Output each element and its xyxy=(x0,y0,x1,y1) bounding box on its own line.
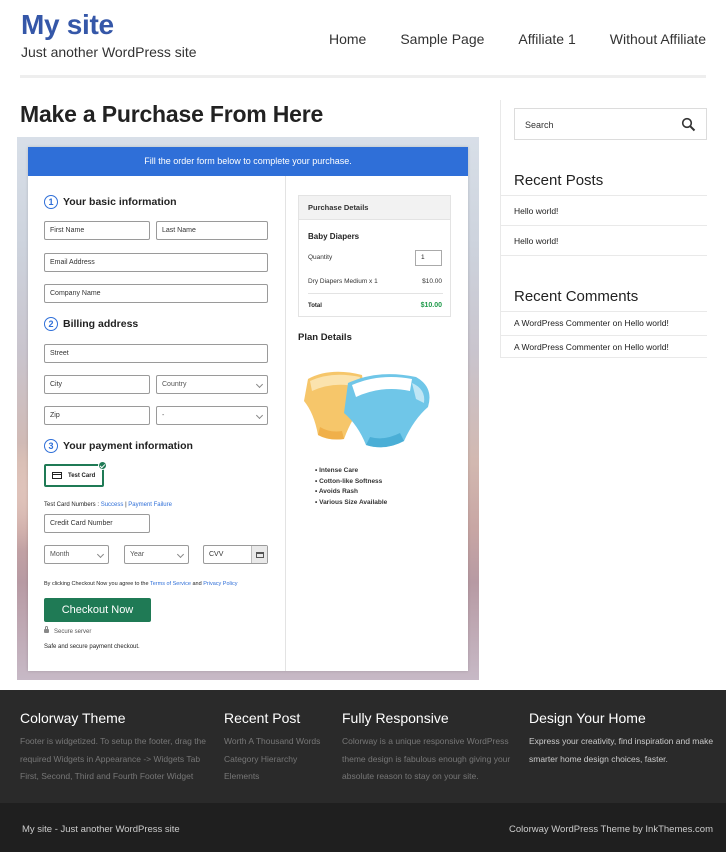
footer-widgets: Colorway Theme Footer is widgetized. To … xyxy=(0,690,726,803)
search-icon[interactable] xyxy=(681,117,696,132)
site-title[interactable]: My site xyxy=(21,9,114,41)
cvv-input[interactable]: CVV xyxy=(203,545,268,564)
purchase-details-panel: Purchase Details Baby Diapers Quantity 1… xyxy=(298,195,451,317)
recent-posts-title: Recent Posts xyxy=(514,172,604,189)
comment-post-link[interactable]: Hello world! xyxy=(624,318,668,328)
nav-item-home[interactable]: Home xyxy=(329,31,366,47)
plan-details-title: Plan Details xyxy=(298,332,352,343)
recent-comment: A WordPress Commenter on Hello world! xyxy=(514,342,669,352)
main-nav: Home Sample Page Affiliate 1 Without Aff… xyxy=(329,31,706,47)
product-name: Baby Diapers xyxy=(308,232,360,241)
search-input[interactable]: Search xyxy=(514,108,707,140)
zip-input[interactable]: Zip xyxy=(44,406,150,425)
email-input[interactable]: Email Address xyxy=(44,253,268,272)
footer-col-title: Recent Post xyxy=(224,710,301,726)
nav-item-without-affiliate[interactable]: Without Affiliate xyxy=(610,31,706,47)
footer-col-text: Express your creativity, find inspiratio… xyxy=(529,736,714,764)
footer-col-title: Colorway Theme xyxy=(20,710,126,726)
footer-col-text[interactable]: Worth A Thousand Words Category Hierarch… xyxy=(224,733,332,786)
state-select[interactable]: - xyxy=(156,406,268,425)
last-name-input[interactable]: Last Name xyxy=(156,221,268,240)
diapers-product-image xyxy=(304,371,430,448)
test-card-numbers: Test Card Numbers : Success | Payment Fa… xyxy=(44,502,172,508)
company-input[interactable]: Company Name xyxy=(44,284,268,303)
step-title: Your payment information xyxy=(63,440,193,452)
card-back-icon xyxy=(251,546,267,563)
nav-item-sample-page[interactable]: Sample Page xyxy=(400,31,484,47)
recent-comments-title: Recent Comments xyxy=(514,288,639,305)
form-column-divider xyxy=(285,176,286,671)
footer-col-recent-post: Recent Post Worth A Thousand Words Categ… xyxy=(224,710,332,786)
footer-col-responsive: Fully Responsive Colorway is a unique re… xyxy=(342,710,518,786)
header-divider xyxy=(20,75,706,78)
success-link[interactable]: Success xyxy=(101,502,124,508)
list-item: Various Size Available xyxy=(315,498,387,509)
purchase-details-header: Purchase Details xyxy=(299,196,450,220)
search-placeholder: Search xyxy=(525,120,554,130)
credit-card-icon xyxy=(52,472,62,479)
step-number: 2 xyxy=(44,317,58,331)
card-number-input[interactable]: Credit Card Number xyxy=(44,514,150,533)
lock-icon xyxy=(44,626,49,634)
footer-col-text: Colorway is a unique responsive WordPres… xyxy=(342,736,511,781)
step-number: 1 xyxy=(44,195,58,209)
footer-col-text: Footer is widgetized. To setup the foote… xyxy=(20,736,207,781)
step-billing-address: 2 Billing address xyxy=(44,317,138,331)
city-input[interactable]: City xyxy=(44,375,150,394)
footer-bottom-bar: My site - Just another WordPress site Co… xyxy=(0,803,726,852)
step-title: Your basic information xyxy=(63,196,177,208)
list-item: Cotton-like Softness xyxy=(315,477,387,488)
footer-col-colorway: Colorway Theme Footer is widgetized. To … xyxy=(20,710,212,786)
site-tagline: Just another WordPress site xyxy=(21,44,197,60)
comment-author-link[interactable]: A WordPress Commenter xyxy=(514,342,610,352)
line-item: Dry Diapers Medium x 1 xyxy=(308,278,378,285)
footer-col-design: Design Your Home Express your creativity… xyxy=(529,710,719,768)
check-icon xyxy=(98,461,107,470)
year-select[interactable]: Year xyxy=(124,545,189,564)
total-label: Total xyxy=(308,303,322,309)
quantity-input[interactable]: 1 xyxy=(415,250,442,266)
recent-comment: A WordPress Commenter on Hello world! xyxy=(514,318,669,328)
step-basic-info: 1 Your basic information xyxy=(44,195,177,209)
step-payment-info: 3 Your payment information xyxy=(44,439,193,453)
terms-link[interactable]: Terms of Service xyxy=(150,581,191,587)
page-title: Make a Purchase From Here xyxy=(20,101,324,127)
total-price: $10.00 xyxy=(420,302,442,309)
safe-checkout-text: Safe and secure payment checkout. xyxy=(44,644,140,650)
secure-server: Secure server xyxy=(44,626,91,635)
country-select[interactable]: Country xyxy=(156,375,268,394)
street-input[interactable]: Street xyxy=(44,344,268,363)
step-number: 3 xyxy=(44,439,58,453)
test-card-option[interactable]: Test Card xyxy=(44,461,107,487)
form-banner: Fill the order form below to complete yo… xyxy=(28,147,468,176)
step-title: Billing address xyxy=(63,318,139,330)
recent-post-link[interactable]: Hello world! xyxy=(514,236,558,246)
plan-features-list: Intense Care Cotton-like Softness Avoids… xyxy=(315,466,387,509)
test-card-label: Test Card xyxy=(68,472,96,479)
first-name-input[interactable]: First Name xyxy=(44,221,150,240)
recent-post-link[interactable]: Hello world! xyxy=(514,206,558,216)
nav-item-affiliate-1[interactable]: Affiliate 1 xyxy=(518,31,575,47)
comment-post-link[interactable]: Hello world! xyxy=(624,342,668,352)
footer-col-title: Design Your Home xyxy=(529,710,646,726)
quantity-label: Quantity xyxy=(308,254,333,261)
checkout-form-card: Fill the order form below to complete yo… xyxy=(28,147,468,671)
footer-theme-credit[interactable]: Colorway WordPress Theme by InkThemes.co… xyxy=(509,824,713,835)
comment-author-link[interactable]: A WordPress Commenter xyxy=(514,318,610,328)
month-select[interactable]: Month xyxy=(44,545,109,564)
line-item-price: $10.00 xyxy=(422,278,442,285)
footer-site-credit[interactable]: My site - Just another WordPress site xyxy=(22,824,180,835)
footer-col-title: Fully Responsive xyxy=(342,710,449,726)
site-header: My site Just another WordPress site Home… xyxy=(0,0,726,78)
list-item: Avoids Rash xyxy=(315,487,387,498)
terms-text: By clicking Checkout Now you agree to th… xyxy=(44,581,238,587)
privacy-link[interactable]: Privacy Policy xyxy=(203,581,237,587)
payment-failure-link[interactable]: Payment Failure xyxy=(128,502,172,508)
sidebar: Search Recent Posts Hello world! Hello w… xyxy=(500,100,707,358)
checkout-now-button[interactable]: Checkout Now xyxy=(44,598,151,622)
list-item: Intense Care xyxy=(315,466,387,477)
